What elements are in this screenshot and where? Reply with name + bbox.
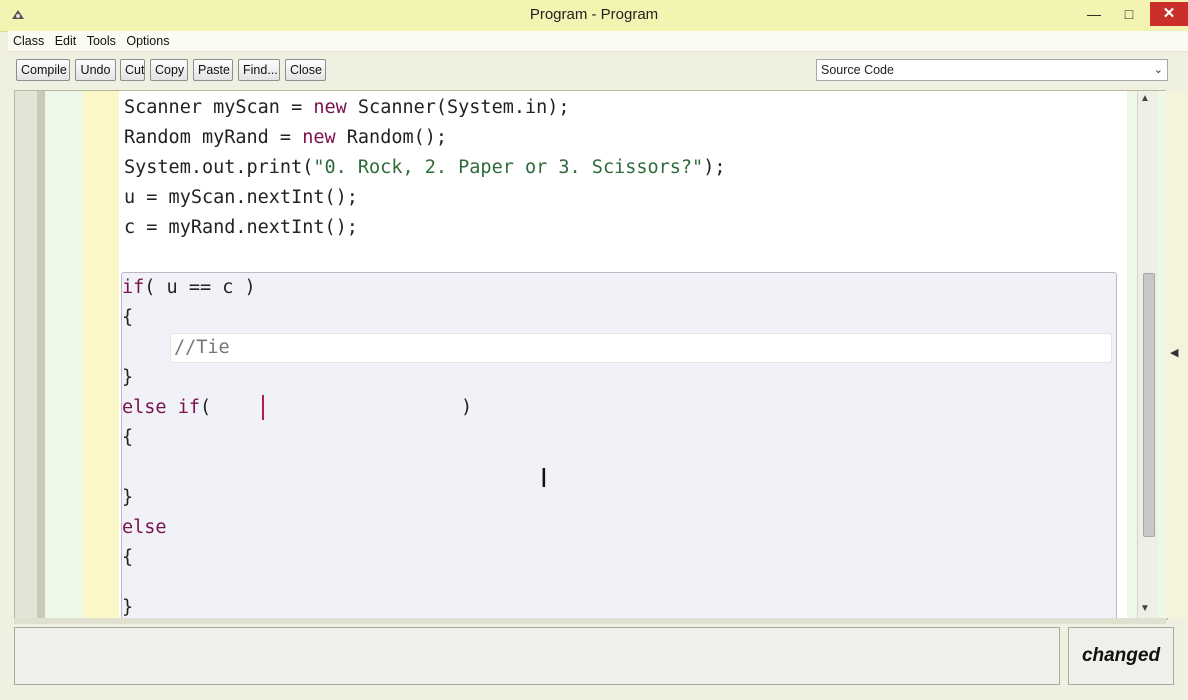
editor: Scanner myScan = new Scanner(System.in);…	[14, 90, 1168, 620]
method-scope-gutter	[45, 91, 83, 619]
keyword: new	[313, 97, 347, 118]
code-area[interactable]: Scanner myScan = new Scanner(System.in);…	[119, 91, 1127, 619]
message-area	[14, 627, 1060, 685]
code-line[interactable]: System.out.print("0. Rock, 2. Paper or 3…	[124, 153, 725, 183]
menu-options[interactable]: Options	[125, 34, 170, 48]
method-body-gutter	[83, 91, 119, 619]
scroll-down-icon[interactable]: ▼	[1140, 603, 1150, 614]
close-button[interactable]: Close	[285, 59, 326, 81]
compile-button[interactable]: Compile	[16, 59, 70, 81]
side-panel-toggle[interactable]: ◀	[1166, 90, 1188, 618]
close-brace: }	[122, 597, 134, 618]
view-select-value: Source Code	[821, 63, 894, 77]
paste-button[interactable]: Paste	[193, 59, 233, 81]
undo-button[interactable]: Undo	[75, 59, 116, 81]
collapse-left-icon[interactable]: ◀	[1170, 346, 1178, 359]
comment-text[interactable]: //Tie	[174, 333, 230, 363]
window-title: Program - Program	[529, 6, 659, 23]
code-line[interactable]: c = myRand.nextInt();	[124, 213, 358, 243]
open-brace: {	[122, 547, 134, 568]
close-brace: }	[122, 367, 134, 388]
code-text: Random();	[335, 127, 448, 148]
code-text: System.out.print(	[124, 157, 314, 178]
menu-class[interactable]: Class	[12, 34, 45, 48]
scrollbar-thumb[interactable]	[1143, 273, 1155, 537]
chevron-down-icon: ⌄	[1153, 64, 1163, 76]
else-if-line[interactable]: else if(	[122, 393, 211, 423]
status-badge: changed	[1068, 627, 1174, 685]
keyword: new	[302, 127, 336, 148]
code-text: Scanner myScan =	[124, 97, 314, 118]
code-text: Random myRand =	[124, 127, 303, 148]
close-icon[interactable]: ✕	[1150, 2, 1188, 26]
else-line[interactable]: else	[122, 513, 167, 543]
title-bar: Program - Program — □ ✕	[0, 0, 1188, 32]
if-line[interactable]: if( u == c )	[122, 273, 256, 303]
vertical-scrollbar[interactable]: ▲ ▼	[1137, 91, 1158, 619]
menu-bar: Class Edit Tools Options	[8, 31, 1188, 52]
code-text: );	[703, 157, 726, 178]
view-select[interactable]: Source Code ⌄	[816, 59, 1168, 81]
if-statement-block[interactable]: if( u == c ) { //Tie } else if( ) { } el…	[121, 272, 1117, 619]
open-brace: {	[122, 307, 134, 328]
toolbar: Compile Undo Cut Copy Paste Find... Clos…	[8, 52, 1188, 90]
find-button[interactable]: Find...	[238, 59, 280, 81]
open-brace: {	[122, 427, 134, 448]
else-if-close-paren: )	[461, 397, 473, 418]
condition: ( u == c )	[144, 277, 256, 298]
code-line[interactable]: Random myRand = new Random();	[124, 123, 447, 153]
keyword: if	[122, 277, 145, 298]
copy-button[interactable]: Copy	[150, 59, 188, 81]
code-line[interactable]: Scanner myScan = new Scanner(System.in);	[124, 93, 570, 123]
scroll-up-icon[interactable]: ▲	[1140, 93, 1150, 104]
close-brace: }	[122, 487, 134, 508]
ibeam-cursor-icon: I	[540, 464, 548, 494]
scope-bar	[37, 91, 45, 619]
paren: (	[199, 397, 212, 418]
minimize-icon[interactable]: —	[1082, 2, 1106, 26]
text-caret	[262, 395, 264, 420]
menu-tools[interactable]: Tools	[86, 34, 117, 48]
class-scope-gutter	[15, 91, 37, 619]
cut-button[interactable]: Cut	[120, 59, 145, 81]
maximize-icon[interactable]: □	[1116, 2, 1142, 26]
code-line[interactable]: u = myScan.nextInt();	[124, 183, 358, 213]
menu-edit[interactable]: Edit	[54, 34, 78, 48]
string-literal: "0. Rock, 2. Paper or 3. Scissors?"	[313, 157, 704, 178]
keyword: else if	[122, 397, 200, 418]
code-text: Scanner(System.in);	[346, 97, 570, 118]
comment-statement[interactable]	[170, 333, 1112, 363]
splitter[interactable]	[14, 618, 1166, 624]
